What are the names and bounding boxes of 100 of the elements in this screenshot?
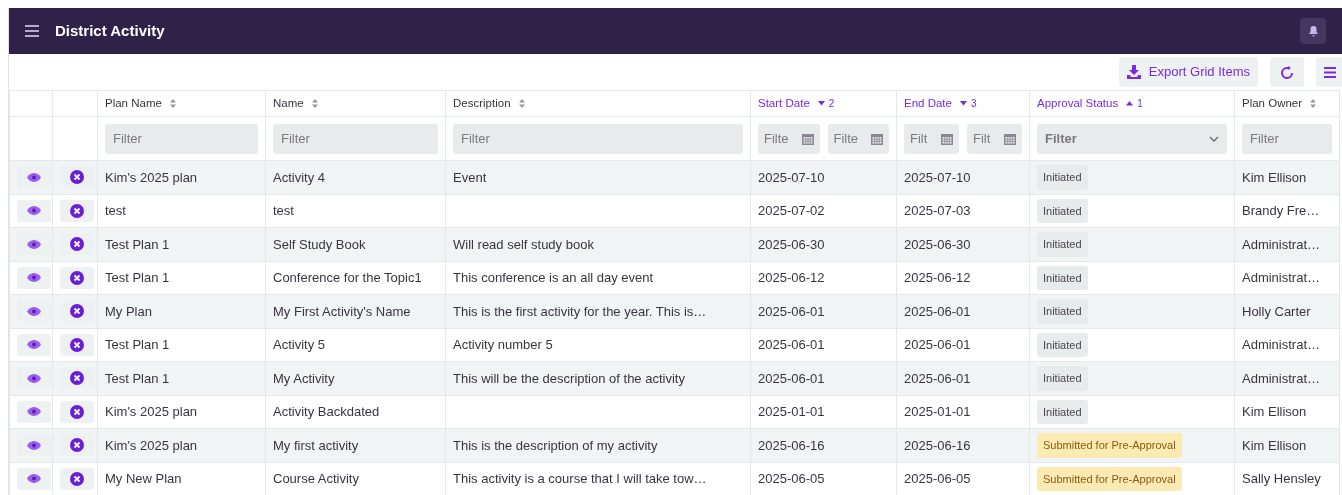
table-cell: Administrat… <box>1242 270 1321 285</box>
table-cell: Test Plan 1 <box>105 370 170 386</box>
table-cell: 2025-07-03 <box>904 203 971 218</box>
table-cell: Kim Ellison <box>1242 169 1307 185</box>
close-icon <box>70 404 84 419</box>
column-header[interactable]: Description <box>453 94 511 113</box>
view-button[interactable] <box>17 467 51 490</box>
view-button[interactable] <box>17 400 51 423</box>
status-tag: Initiated <box>1037 399 1088 424</box>
table-cell: Activity 4 <box>273 169 325 185</box>
column-header[interactable]: Start Date <box>758 94 810 113</box>
table-cell: 2025-06-01 <box>904 337 971 352</box>
table-cell: My first activity <box>273 437 359 453</box>
calendar-icon[interactable] <box>1004 132 1016 145</box>
sort-icon[interactable] <box>1310 99 1317 108</box>
column-header[interactable]: Approval Status <box>1037 94 1119 113</box>
export-button[interactable]: Export Grid Items <box>1118 57 1258 87</box>
table-cell: 2025-06-05 <box>904 471 971 486</box>
sort-order: 3 <box>970 97 977 111</box>
eye-icon <box>27 306 41 316</box>
table-cell: Activity number 5 <box>453 337 553 352</box>
filter-field[interactable]: Filter <box>105 123 258 154</box>
table-cell: Administrat… <box>1242 337 1321 352</box>
table-cell: 2025-01-01 <box>904 404 971 419</box>
chevron-down-icon <box>1209 135 1219 142</box>
calendar-icon[interactable] <box>941 132 953 145</box>
table-cell: 2025-06-12 <box>758 270 825 285</box>
view-button[interactable] <box>17 199 51 222</box>
download-icon <box>1126 65 1141 79</box>
table-cell: Conference for the Topic1 <box>273 270 422 285</box>
sort-ascending-icon[interactable] <box>1126 101 1134 106</box>
sort-descending-icon[interactable] <box>959 101 967 106</box>
view-button[interactable] <box>17 266 51 289</box>
table-cell: test <box>105 203 126 218</box>
table-cell: 2025-06-01 <box>904 303 971 319</box>
table-cell: 2025-06-12 <box>904 270 971 285</box>
table-cell: 2025-06-01 <box>758 337 825 352</box>
table-cell: 2025-06-16 <box>904 437 971 453</box>
table-cell: 2025-07-10 <box>758 169 825 185</box>
date-filter-field[interactable]: Filt <box>904 123 959 154</box>
column-header[interactable]: Name <box>273 94 304 113</box>
table-cell: Sally Hensley <box>1242 471 1321 486</box>
refresh-button[interactable] <box>1270 57 1304 87</box>
status-tag: Initiated <box>1037 265 1088 290</box>
date-filter-field[interactable]: Filt <box>967 123 1022 154</box>
table-cell: My New Plan <box>105 471 182 486</box>
sort-icon[interactable] <box>518 99 525 108</box>
close-icon <box>70 203 84 218</box>
table-cell: 2025-06-05 <box>758 471 825 486</box>
status-tag: Initiated <box>1037 232 1088 257</box>
table-cell: Self Study Book <box>273 236 366 252</box>
status-tag: Initiated <box>1037 366 1088 391</box>
close-icon <box>70 304 84 319</box>
table-cell: 2025-06-01 <box>904 370 971 386</box>
status-tag: Initiated <box>1037 198 1088 223</box>
table-cell: This activity is a course that I will take tow… <box>453 471 707 486</box>
sort-icon[interactable] <box>311 99 318 108</box>
eye-icon <box>27 206 41 216</box>
close-icon <box>70 170 84 185</box>
window-title: District Activity <box>55 22 165 40</box>
table-cell: 2025-06-30 <box>904 236 971 252</box>
sort-icon[interactable] <box>169 99 176 108</box>
date-filter-field[interactable]: Filte <box>758 123 820 154</box>
table-cell: Kim's 2025 plan <box>105 404 198 419</box>
filter-field[interactable]: Filter <box>1242 123 1332 154</box>
close-icon <box>70 371 84 386</box>
filter-field[interactable]: Filter <box>273 123 438 154</box>
table-cell: 2025-07-10 <box>904 169 971 185</box>
table-cell: Kim's 2025 plan <box>105 437 198 453</box>
sort-descending-icon[interactable] <box>817 101 825 106</box>
remove-button[interactable] <box>60 266 94 289</box>
view-button[interactable] <box>17 333 51 356</box>
remove-button[interactable] <box>60 333 94 356</box>
calendar-icon[interactable] <box>871 132 883 145</box>
table-cell: Administrat… <box>1242 236 1321 252</box>
filter-field[interactable]: Filter <box>453 123 743 154</box>
remove-button[interactable] <box>60 199 94 222</box>
column-header[interactable]: End Date <box>904 94 952 113</box>
filter-dropdown[interactable]: Filter <box>1037 123 1227 154</box>
eye-icon <box>27 440 41 450</box>
table-cell: Holly Carter <box>1242 303 1311 319</box>
status-tag: Initiated <box>1037 165 1088 190</box>
eye-icon <box>27 474 41 484</box>
notifications-button[interactable] <box>1300 18 1326 44</box>
table-cell: Administrat… <box>1242 370 1321 386</box>
table-cell: Brandy Fre… <box>1242 203 1320 218</box>
status-tag: Submitted for Pre-Approval <box>1037 466 1182 491</box>
table-cell: Event <box>453 169 487 185</box>
columns-menu-button[interactable] <box>1316 57 1342 87</box>
remove-button[interactable] <box>60 400 94 423</box>
table-cell: Kim Ellison <box>1242 404 1307 419</box>
calendar-icon[interactable] <box>801 132 814 145</box>
status-tag: Initiated <box>1037 332 1088 357</box>
refresh-icon <box>1280 65 1294 80</box>
menu-icon[interactable] <box>25 25 39 37</box>
date-filter-field[interactable]: Filte <box>827 123 889 154</box>
table-cell: 2025-06-01 <box>758 370 825 386</box>
remove-button[interactable] <box>60 467 94 490</box>
table-cell: 2025-06-16 <box>758 437 825 453</box>
table-cell: 2025-06-01 <box>758 303 825 319</box>
